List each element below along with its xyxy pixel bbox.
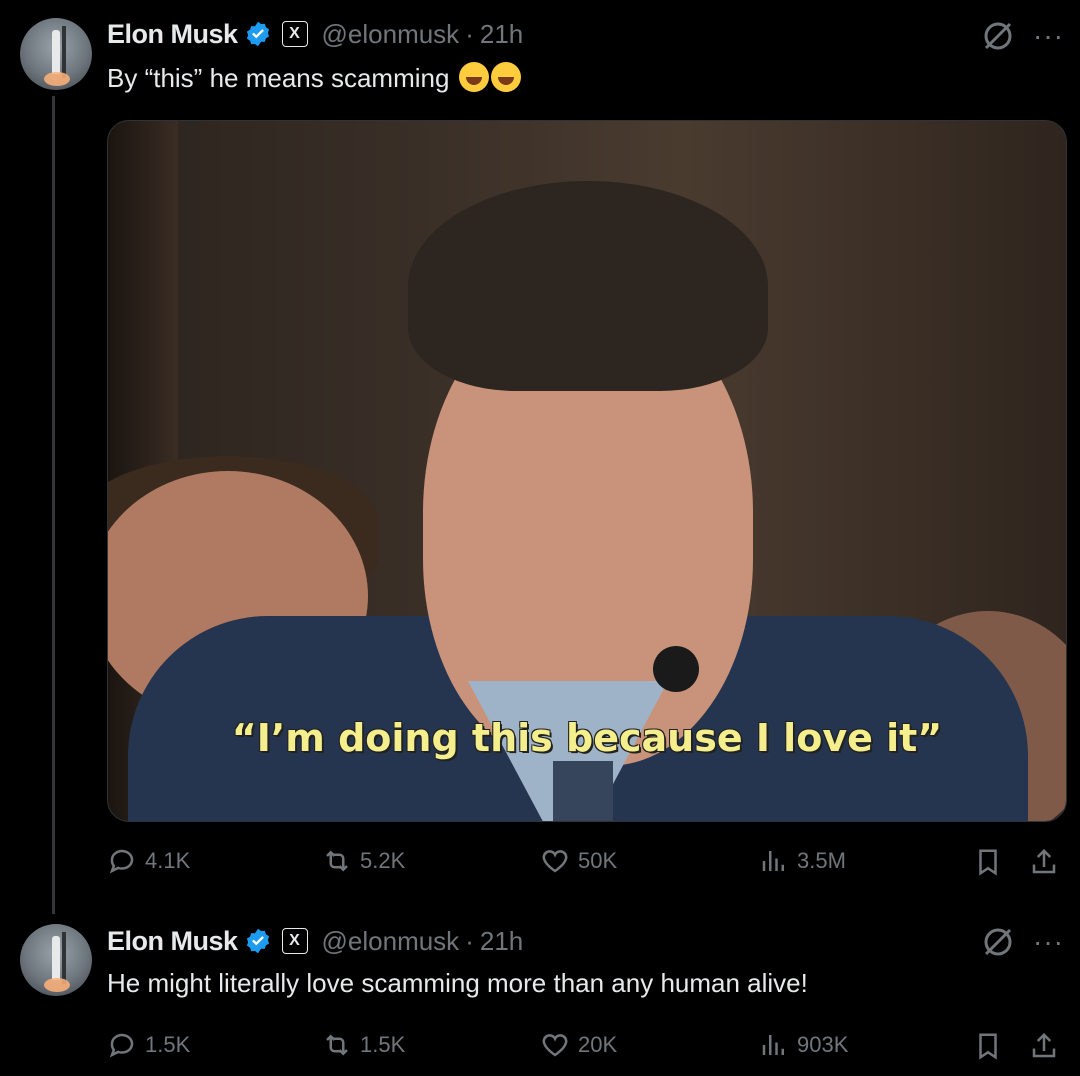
share-icon[interactable]	[1029, 846, 1059, 878]
media-caption: “I’m doing this because I love it”	[231, 716, 943, 760]
bookmark-icon[interactable]	[973, 1030, 1003, 1062]
tweet-time[interactable]: 21h	[480, 19, 523, 50]
more-icon[interactable]: ···	[1033, 928, 1064, 956]
tweet-actions: 4.1K 5.2K 50K 3.5M	[107, 846, 1067, 876]
x-affiliate-badge-icon[interactable]: X	[281, 21, 308, 47]
avatar[interactable]	[20, 18, 92, 90]
laughing-emoji-icon	[490, 62, 521, 92]
like-icon	[542, 850, 568, 873]
avatar[interactable]	[20, 924, 92, 996]
views-icon	[762, 851, 784, 871]
avatar-rocket	[52, 30, 60, 74]
reply-icon	[109, 849, 134, 874]
tweet-actions: 1.5K 1.5K 20K 903K	[107, 1030, 1067, 1060]
views-count: 903K	[797, 1032, 849, 1057]
tweet-media-image[interactable]: “I’m doing this because I love it”	[107, 120, 1067, 822]
like-count: 50K	[578, 848, 618, 873]
repost-button[interactable]: 1.5K	[322, 1030, 405, 1060]
repost-icon	[326, 1034, 348, 1056]
tweet-time[interactable]: 21h	[480, 926, 523, 957]
reply-icon	[109, 1033, 134, 1058]
like-button[interactable]: 20K	[540, 1030, 617, 1060]
separator-dot: ·	[465, 925, 474, 956]
grok-icon[interactable]	[980, 18, 1016, 54]
reply-button[interactable]: 1.5K	[107, 1030, 190, 1060]
like-icon	[542, 1034, 568, 1057]
tweet-header: Elon Musk X @elonmusk · 21h	[107, 16, 523, 52]
reply-count: 4.1K	[145, 848, 191, 873]
repost-count: 1.5K	[360, 1032, 406, 1057]
tweet-text: He might literally love scamming more th…	[107, 968, 808, 998]
media-microphone	[653, 646, 699, 692]
views-count: 3.5M	[797, 848, 846, 873]
x-affiliate-badge-icon[interactable]: X	[281, 928, 308, 954]
repost-icon	[326, 850, 348, 872]
avatar-tower	[62, 932, 66, 984]
author-name[interactable]: Elon Musk	[107, 926, 238, 957]
avatar-tower	[62, 26, 66, 78]
author-handle[interactable]: @elonmusk	[322, 19, 460, 50]
like-button[interactable]: 50K	[540, 846, 617, 876]
avatar-rocket	[52, 936, 60, 980]
views-button[interactable]: 903K	[759, 1030, 848, 1060]
author-handle[interactable]: @elonmusk	[322, 926, 460, 957]
media-hair	[408, 181, 768, 391]
tweet-text: By “this” he means scamming	[107, 62, 521, 94]
verified-badge-icon[interactable]	[244, 927, 272, 955]
more-icon[interactable]: ···	[1033, 22, 1064, 50]
bookmark-icon[interactable]	[973, 846, 1003, 878]
tweet-header: Elon Musk X @elonmusk · 21h	[107, 923, 523, 959]
thread-connector-line	[52, 96, 55, 914]
separator-dot: ·	[465, 18, 474, 49]
grok-icon[interactable]	[980, 924, 1016, 960]
verified-badge-icon[interactable]	[244, 20, 272, 48]
laughing-emoji-icon	[458, 62, 489, 92]
tweet-text-content: By “this” he means scamming	[107, 63, 450, 93]
avatar-flame	[44, 978, 70, 992]
media-tie	[553, 761, 613, 821]
reply-count: 1.5K	[145, 1032, 191, 1057]
share-icon[interactable]	[1029, 1030, 1059, 1062]
like-count: 20K	[578, 1032, 618, 1057]
avatar-flame	[44, 72, 70, 86]
repost-count: 5.2K	[360, 848, 406, 873]
author-name[interactable]: Elon Musk	[107, 19, 238, 50]
reply-button[interactable]: 4.1K	[107, 846, 190, 876]
views-icon	[762, 1035, 784, 1055]
views-button[interactable]: 3.5M	[759, 846, 846, 876]
repost-button[interactable]: 5.2K	[322, 846, 405, 876]
